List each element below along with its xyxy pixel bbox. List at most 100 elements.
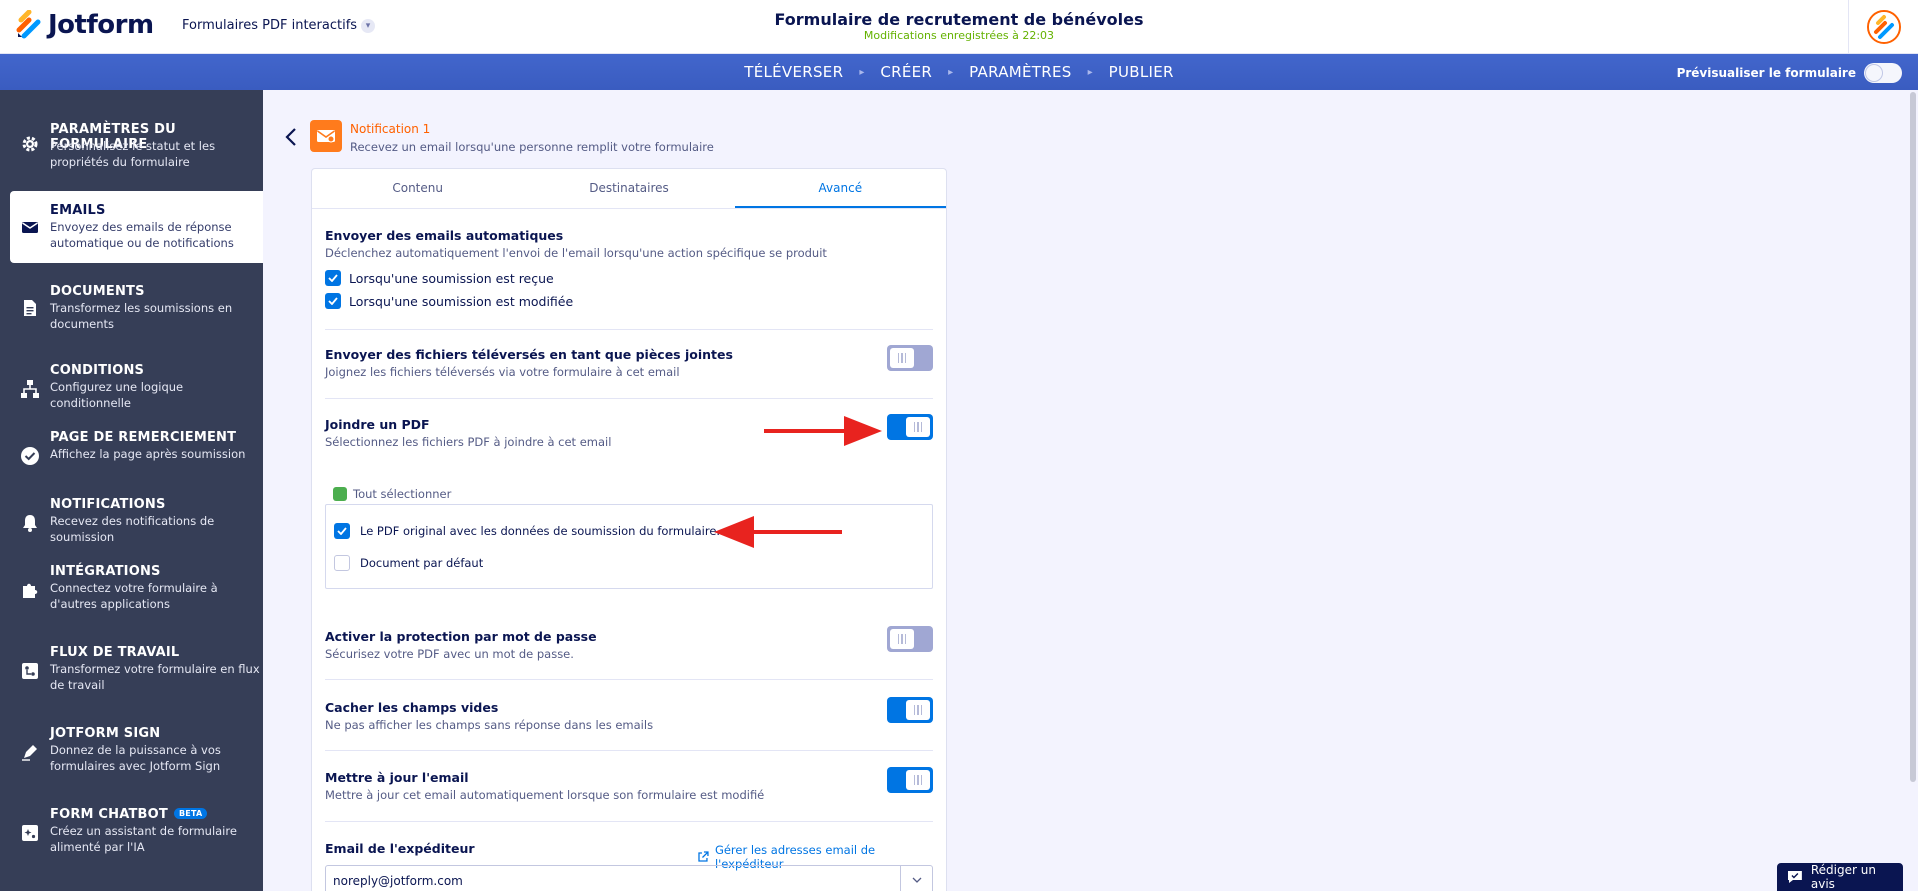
avatar-logo-icon (1868, 12, 1899, 42)
pdf-option-default-document[interactable]: Document par défaut (334, 555, 483, 571)
checkbox-checked[interactable] (325, 270, 341, 286)
hierarchy-icon (21, 380, 39, 398)
sidebar-item-desc: Envoyez des emails de réponse automatiqu… (50, 220, 234, 250)
document-icon (24, 300, 36, 316)
attach-pdf-toggle[interactable] (887, 414, 933, 440)
chevron-down-icon[interactable] (900, 866, 932, 891)
sidebar-item-desc: Donnez de la puissance à vos formulaires… (50, 743, 221, 773)
sidebar-item-title: FORM CHATBOT BETA (50, 807, 208, 822)
sidebar-item-form-chatbot[interactable]: FORM CHATBOT BETA Créez un assistant de f… (10, 797, 263, 869)
sidebar-item-title: FLUX DE TRAVAIL (50, 645, 180, 660)
sidebar-item-desc: Personnalisez le statut et les propriété… (50, 139, 216, 169)
sender-email-value: noreply@jotform.com (333, 874, 463, 888)
section-divider (325, 398, 933, 399)
review-label: Rédiger un avis (1810, 863, 1876, 891)
check-icon (337, 527, 347, 535)
checkbox-checked[interactable] (325, 293, 341, 309)
tab-recipients[interactable]: Destinataires (523, 169, 734, 208)
sidebar-item-title-text: FORM CHATBOT (50, 807, 168, 822)
auto-emails-desc: Déclenchez automatiquement l'envoi de l'… (325, 246, 827, 260)
attachments-title: Envoyer des fichiers téléversés en tant … (325, 347, 733, 362)
section-divider (325, 821, 933, 822)
section-divider (325, 679, 933, 680)
sender-email-title: Email de l'expéditeur (325, 841, 475, 856)
nav-settings[interactable]: PARAMÈTRES (953, 63, 1087, 81)
preview-label: Prévisualiser le formulaire (1676, 66, 1856, 80)
sidebar-item-desc: Créez un assistant de formulaire aliment… (50, 824, 237, 854)
update-email-toggle[interactable] (887, 767, 933, 793)
auto-email-on-edit[interactable]: Lorsqu'une soumission est modifiée (325, 293, 573, 309)
toggle-knob (890, 629, 914, 649)
sidebar-item-title: CONDITIONS (50, 363, 145, 378)
brand-name: Jotform (48, 10, 154, 40)
notification-title: Notification 1 (350, 122, 431, 136)
preview-form[interactable]: Prévisualiser le formulaire (1677, 63, 1902, 83)
sidebar-item-title: PAGE DE REMERCIEMENT (50, 430, 237, 445)
page-scrollbar[interactable] (1910, 92, 1916, 782)
password-desc: Sécurisez votre PDF avec un mot de passe… (325, 647, 574, 661)
beta-badge: BETA (173, 808, 208, 819)
select-all-checkbox[interactable] (333, 487, 347, 501)
envelope-icon (22, 222, 38, 233)
checkbox-checked[interactable] (334, 523, 350, 539)
checkbox-unchecked[interactable] (334, 555, 350, 571)
external-link-icon (698, 851, 709, 862)
back-chevron-icon[interactable] (283, 126, 299, 148)
sidebar-item-form-settings[interactable]: PARAMÈTRES DU FORMULAIRE Personnalisez l… (10, 108, 263, 180)
checkbox-label: Lorsqu'une soumission est reçue (349, 270, 554, 286)
workflow-icon (22, 663, 38, 679)
sidebar-item-thank-you-page[interactable]: PAGE DE REMERCIEMENT Affichez la page ap… (10, 420, 263, 492)
checkbox-label: Le PDF original avec les données de soum… (360, 524, 721, 538)
sidebar-item-workflows[interactable]: FLUX DE TRAVAIL Transformez votre formul… (10, 635, 263, 707)
sidebar-item-conditions[interactable]: CONDITIONS Configurez une logique condit… (10, 353, 263, 425)
tab-advanced[interactable]: Avancé (734, 169, 946, 208)
nav-upload[interactable]: TÉLÉVERSER (728, 63, 859, 81)
sidebar-item-notifications[interactable]: NOTIFICATIONS Recevez des notifications … (10, 487, 263, 559)
sidebar-item-integrations[interactable]: INTÉGRATIONS Connectez votre formulaire … (10, 554, 263, 626)
sender-email-select[interactable]: noreply@jotform.com (325, 865, 933, 891)
review-chat-icon (1787, 871, 1802, 883)
avatar[interactable] (1866, 10, 1901, 44)
sidebar-item-title: DOCUMENTS (50, 284, 145, 299)
sidebar-item-title: NOTIFICATIONS (50, 497, 166, 512)
auto-emails-title: Envoyer des emails automatiques (325, 228, 564, 243)
section-divider (325, 750, 933, 751)
email-settings-panel: Contenu Destinataires Avancé Envoyer des… (311, 168, 947, 891)
toggle-knob (906, 700, 930, 720)
hide-empty-toggle[interactable] (887, 697, 933, 723)
sidebar-item-desc: Recevez des notifications de soumission (50, 514, 215, 544)
select-all-label: Tout sélectionner (353, 487, 452, 501)
preview-toggle[interactable] (1864, 63, 1902, 83)
product-name: Formulaires PDF interactifs (182, 18, 358, 33)
sidebar-item-title: EMAILS (50, 203, 106, 218)
pdf-option-original[interactable]: Le PDF original avec les données de soum… (334, 523, 720, 539)
write-review-button[interactable]: Rédiger un avis (1777, 863, 1903, 891)
sidebar-item-title: INTÉGRATIONS (50, 564, 161, 579)
select-all[interactable]: Tout sélectionner (333, 487, 451, 501)
chatbot-icon (22, 825, 38, 841)
notification-email-icon (310, 120, 342, 152)
tab-content[interactable]: Contenu (312, 169, 523, 208)
toggle-knob (906, 417, 930, 437)
attach-pdf-desc: Sélectionnez les fichiers PDF à joindre … (325, 435, 612, 449)
sidebar-item-jotform-sign[interactable]: JOTFORM SIGN Donnez de la puissance à vo… (10, 716, 263, 788)
nav-publish[interactable]: PUBLIER (1093, 63, 1190, 81)
sidebar-item-desc: Transformez les soumissions en documents (50, 301, 233, 331)
nav-create[interactable]: CRÉER (864, 63, 948, 81)
checkbox-label: Lorsqu'une soumission est modifiée (349, 293, 574, 309)
sidebar-item-emails[interactable]: EMAILS Envoyez des emails de réponse aut… (10, 191, 263, 263)
jotform-logo[interactable]: Jotform (16, 10, 154, 40)
sidebar-item-documents[interactable]: DOCUMENTS Transformez les soumissions en… (10, 272, 263, 344)
auto-email-on-receive[interactable]: Lorsqu'une soumission est reçue (325, 270, 554, 286)
avatar-container[interactable] (1848, 0, 1918, 54)
email-tabs: Contenu Destinataires Avancé (312, 169, 946, 209)
sidebar-item-desc: Affichez la page après soumission (50, 447, 246, 461)
sidebar-item-desc: Transformez votre formulaire en flux de … (50, 662, 260, 692)
toggle-knob (890, 348, 914, 368)
notification-subtitle: Recevez un email lorsqu'une personne rem… (350, 140, 714, 154)
product-switcher[interactable]: Formulaires PDF interactifs ▾ (182, 18, 376, 33)
attachments-toggle[interactable] (887, 345, 933, 371)
hide-empty-title: Cacher les champs vides (325, 700, 499, 715)
password-toggle[interactable] (887, 626, 933, 652)
toggle-knob (906, 770, 930, 790)
